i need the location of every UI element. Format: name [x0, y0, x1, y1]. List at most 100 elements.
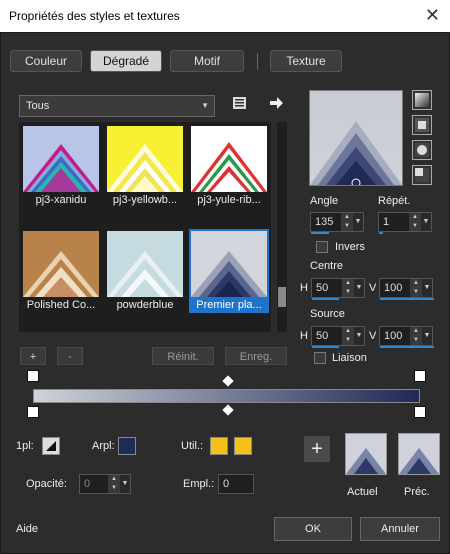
radial-style-icon[interactable] [412, 140, 432, 160]
foreground-swatch[interactable] [42, 437, 60, 455]
rectangular-style-icon[interactable] [412, 115, 432, 135]
invert-label: Invers [335, 241, 365, 253]
help-link[interactable]: Aide [16, 523, 38, 535]
library-icon[interactable] [232, 95, 248, 111]
gradient-list-scrollbar[interactable] [277, 122, 287, 332]
cancel-button[interactable]: Annuler [360, 517, 440, 541]
spinner-arrows-icon[interactable]: ▲ ▼ [108, 475, 120, 493]
scrollbar-thumb[interactable] [278, 287, 286, 307]
tab-couleur[interactable]: Couleur [10, 50, 82, 72]
center-h-label: H [300, 282, 308, 294]
end-stop-marker[interactable] [414, 406, 426, 418]
spinner-arrows-icon[interactable]: ▲ ▼ [410, 279, 422, 297]
foreground-stop-marker[interactable] [27, 370, 39, 382]
invert-checkbox[interactable] [316, 241, 328, 253]
source-h-value: 50 [316, 330, 329, 342]
source-v-value: 100 [384, 330, 403, 342]
close-icon[interactable]: ✕ [425, 5, 440, 26]
background-label: Arpl: [92, 440, 115, 452]
gradient-preview[interactable] [309, 90, 403, 188]
gradient-list: pj3-xanidu pj3-yellowb... pj3-yule-rib..… [19, 122, 271, 332]
ok-button[interactable]: OK [274, 517, 352, 541]
repeat-level-bar [379, 232, 383, 234]
reset-button[interactable]: Réinit. [152, 347, 214, 365]
source-label: Source [310, 308, 345, 320]
chevron-down-icon[interactable]: ▼ [421, 213, 431, 231]
category-dropdown[interactable]: Tous ▼ [19, 95, 215, 117]
gradient-bar[interactable] [33, 389, 420, 403]
chevron-down-icon[interactable]: ▼ [422, 279, 432, 297]
center-v-level-bar [380, 298, 434, 300]
gradient-label: powderblue [116, 299, 174, 311]
center-v-label: V [369, 282, 377, 294]
remove-gradient-button[interactable]: - [57, 347, 83, 365]
category-value: Tous [26, 100, 50, 112]
chevron-down-icon[interactable]: ▼ [354, 279, 364, 297]
spinner-arrows-icon[interactable]: ▲ ▼ [341, 213, 353, 231]
opacity-label: Opacité: [26, 478, 67, 490]
source-v-stepper[interactable]: 100 ▲ ▼ ▼ [379, 326, 434, 348]
chevron-down-icon[interactable]: ▼ [354, 327, 364, 345]
spinner-arrows-icon[interactable]: ▲ ▼ [410, 327, 422, 345]
background-stop-marker-top[interactable] [414, 370, 426, 382]
link-checkbox[interactable] [314, 352, 326, 364]
previous-preview[interactable] [398, 433, 440, 475]
arrow-right-icon[interactable] [268, 95, 284, 111]
center-v-stepper[interactable]: 100 ▲ ▼ ▼ [379, 278, 434, 300]
gradient-label: Premier pla... [196, 299, 262, 311]
current-label: Actuel [347, 486, 378, 498]
repeat-stepper[interactable]: 1 ▲ ▼ ▼ [378, 212, 432, 234]
repeat-label: Répét. [378, 195, 411, 207]
gradient-label: pj3-yule-rib... [197, 194, 261, 206]
source-h-label: H [300, 330, 308, 342]
previous-label: Préc. [404, 486, 430, 498]
tab-motif[interactable]: Motif [170, 50, 244, 72]
gradient-item-selected[interactable]: Premier pla... [189, 229, 269, 313]
repeat-value: 1 [383, 216, 390, 228]
center-h-stepper[interactable]: 50 ▲ ▼ ▼ [311, 278, 365, 300]
start-stop-marker[interactable] [27, 406, 39, 418]
tab-degrade[interactable]: Dégradé [90, 50, 162, 72]
gradient-thumb [23, 126, 99, 192]
source-h-stepper[interactable]: 50 ▲ ▼ ▼ [311, 326, 365, 348]
center-h-value: 50 [316, 282, 329, 294]
user-color-label: Util.: [181, 440, 203, 452]
user-color-swatch-2[interactable] [234, 437, 252, 455]
current-preview[interactable] [345, 433, 387, 475]
angle-value: 135 [315, 216, 334, 228]
save-button[interactable]: Enreg. [225, 347, 287, 365]
add-gradient-button[interactable]: + [20, 347, 46, 365]
chevron-down-icon[interactable]: ▼ [353, 213, 363, 231]
spinner-arrows-icon[interactable]: ▲ ▼ [409, 213, 421, 231]
chevron-down-icon[interactable]: ▼ [120, 475, 130, 493]
gradient-item[interactable]: pj3-yule-rib... [189, 124, 269, 208]
linear-style-icon[interactable] [412, 90, 432, 110]
spinner-arrows-icon[interactable]: ▲ ▼ [342, 279, 354, 297]
background-swatch[interactable] [118, 437, 136, 455]
gradient-item[interactable]: powderblue [105, 229, 185, 313]
sunburst-style-icon[interactable] [412, 165, 432, 185]
source-v-label: V [369, 330, 377, 342]
spinner-arrows-icon[interactable]: ▲ ▼ [342, 327, 354, 345]
source-v-level-bar [380, 346, 434, 348]
gradient-label: Polished Co... [26, 299, 96, 311]
gradient-item[interactable]: pj3-yellowb... [105, 124, 185, 208]
gradient-item[interactable]: Polished Co... [21, 229, 101, 313]
gradient-thumb [191, 126, 267, 192]
angle-stepper[interactable]: 135 ▲ ▼ ▼ [310, 212, 364, 234]
location-field[interactable]: 0 [218, 474, 254, 494]
gradient-item[interactable]: pj3-xanidu [21, 124, 101, 208]
add-swatch-button[interactable]: + [304, 436, 330, 462]
user-color-swatch[interactable] [210, 437, 228, 455]
chevron-down-icon[interactable]: ▼ [422, 327, 432, 345]
opacity-stepper[interactable]: 0 ▲ ▼ ▼ [79, 474, 131, 494]
center-label: Centre [310, 260, 344, 272]
link-label: Liaison [332, 352, 367, 364]
location-value: 0 [223, 478, 230, 490]
tab-texture[interactable]: Texture [270, 50, 342, 72]
location-label: Empl.: [183, 478, 215, 490]
angle-level-bar [311, 232, 329, 234]
title-bar: Propriétés des styles et textures ✕ [0, 0, 450, 32]
gradient-thumb [191, 231, 267, 297]
angle-label: Angle [310, 195, 339, 207]
